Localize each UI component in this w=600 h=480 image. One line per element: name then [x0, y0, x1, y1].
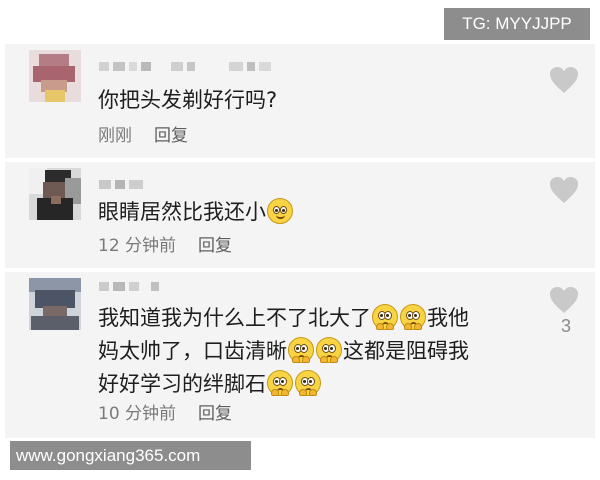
comment-time: 刚刚 — [98, 126, 132, 146]
pleading-face-emoji — [267, 370, 293, 396]
comment-line: 妈太帅了，口齿清晰 这都是阻碍我 — [98, 335, 525, 368]
like-count: 3 — [560, 316, 571, 336]
username-blurred[interactable] — [99, 282, 163, 292]
tg-watermark: TG: MYYJJPP — [444, 8, 590, 40]
comment-text-content: 眼睛居然比我还小 — [98, 200, 266, 224]
comment-text-segment: 妈太帅了，口齿清晰 — [98, 339, 287, 363]
comment-meta: 12 分钟前 回复 — [98, 234, 232, 258]
reply-button[interactable]: 回复 — [198, 404, 232, 424]
pleading-face-emoji — [400, 304, 426, 330]
avatar[interactable] — [29, 50, 81, 102]
comment-item: 眼睛居然比我还小 12 分钟前 回复 — [5, 162, 595, 268]
pleading-face-emoji — [316, 337, 342, 363]
pleading-face-emoji — [288, 337, 314, 363]
comment-time: 10 分钟前 — [98, 404, 177, 424]
comment-item: 你把头发剃好行吗? 刚刚 回复 — [5, 44, 595, 158]
comment-text: 眼睛居然比我还小 — [98, 196, 525, 229]
site-watermark: www.gongxiang365.com — [10, 441, 251, 470]
smiling-face-emoji — [267, 198, 293, 224]
comment-line: 好好学习的绊脚石 — [98, 368, 525, 401]
comment-text: 我知道我为什么上不了北大了 我他 妈太帅了，口齿清晰 这都是阻碍我 好好学习的绊脚石 — [98, 302, 525, 401]
comment-time: 12 分钟前 — [98, 236, 177, 256]
avatar[interactable] — [29, 168, 81, 220]
heart-icon[interactable] — [549, 286, 579, 314]
avatar[interactable] — [29, 278, 81, 330]
comment-text-segment: 这都是阻碍我 — [343, 339, 469, 363]
reply-button[interactable]: 回复 — [154, 126, 188, 146]
comment-meta: 刚刚 回复 — [98, 124, 188, 148]
comment-text-segment: 好好学习的绊脚石 — [98, 372, 266, 396]
comment-text: 你把头发剃好行吗? — [98, 88, 278, 112]
comment-text-segment: 我他 — [427, 306, 469, 330]
comment-line: 我知道我为什么上不了北大了 我他 — [98, 302, 525, 335]
comment-screenshot: TG: MYYJJPP 你把头发剃好行吗? 刚刚 回复 眼睛居然比我还小 12 … — [0, 0, 600, 480]
comment-text-segment: 我知道我为什么上不了北大了 — [98, 306, 371, 330]
heart-icon[interactable] — [549, 66, 579, 94]
comment-item: 我知道我为什么上不了北大了 我他 妈太帅了，口齿清晰 这都是阻碍我 好好学习的绊脚石… — [5, 272, 595, 438]
pleading-face-emoji — [295, 370, 321, 396]
comment-meta: 10 分钟前 回复 — [98, 402, 232, 426]
heart-icon[interactable] — [549, 176, 579, 204]
pleading-face-emoji — [372, 304, 398, 330]
reply-button[interactable]: 回复 — [198, 236, 232, 256]
username-blurred[interactable] — [99, 62, 275, 72]
username-blurred[interactable] — [99, 180, 147, 190]
